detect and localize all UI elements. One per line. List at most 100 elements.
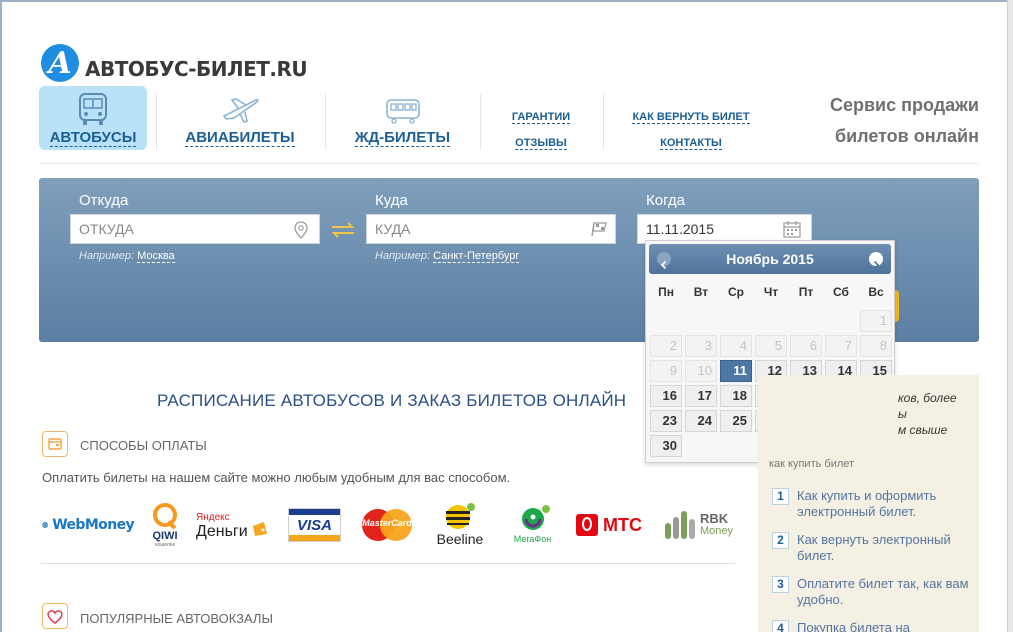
from-example-link[interactable]: Москва (137, 250, 175, 263)
help-how-to: как купить билет (769, 458, 855, 470)
window-frame-top (0, 0, 1013, 2)
help-link-purchase[interactable]: Покупка билета на (797, 620, 972, 632)
bus-icon (79, 93, 107, 125)
from-label: Откуда (79, 192, 129, 209)
help-link-buy[interactable]: Как купить и оформить электронный билет. (797, 488, 972, 520)
weekday-header: Сб (833, 285, 849, 299)
beeline-logo: Beeline (430, 500, 490, 550)
logo-text: АВТОБУС-БИЛЕТ.RU (85, 57, 308, 81)
to-hint: Например: Санкт-Петербург (375, 250, 520, 263)
rbk-text-bottom: Money (700, 525, 734, 537)
step-number-3: 3 (772, 576, 789, 593)
tab-flights[interactable]: АВИАБИЛЕТЫ (170, 86, 310, 150)
help-link-refund[interactable]: Как вернуть электронный билет. (797, 532, 972, 564)
datepicker-month-title: Ноябрь 2015 (726, 251, 814, 267)
calendar-day[interactable]: 17 (685, 385, 717, 407)
link-refund[interactable]: КАК ВЕРНУТЬ БИЛЕТ (632, 111, 750, 124)
tab-buses[interactable]: АВТОБУСЫ (39, 86, 147, 150)
swap-icon[interactable] (330, 222, 356, 238)
qiwi-mark-icon (153, 503, 177, 530)
mts-egg (582, 517, 592, 531)
qiwi-text: QIWI (152, 530, 178, 542)
scrollbar-track[interactable] (1007, 0, 1013, 632)
calendar-day[interactable]: 23 (650, 410, 682, 432)
link-guarantees[interactable]: ГАРАНТИИ (511, 111, 571, 124)
mts-mark (576, 514, 598, 536)
page-title: РАСПИСАНИЕ АВТОБУСОВ И ЗАКАЗ БИЛЕТОВ ОНЛ… (157, 391, 627, 410)
tab-trains-label: ЖД-БИЛЕТЫ (354, 129, 451, 147)
when-label: Когда (646, 192, 685, 209)
from-hint: Например: Москва (79, 250, 175, 263)
weekday-header: Пт (798, 285, 814, 299)
webmoney-logo: WebMoney (42, 500, 135, 550)
section-divider (41, 563, 735, 564)
calendar-day: 5 (755, 335, 787, 357)
tagline-line-1: Сервис продажи (829, 95, 979, 115)
calendar-day[interactable]: 24 (685, 410, 717, 432)
calendar-day: 9 (650, 360, 682, 382)
calendar-day: 10 (685, 360, 717, 382)
rbk-money-logo: RBK Money (664, 500, 744, 550)
link-reviews[interactable]: ОТЗЫВЫ (515, 137, 567, 150)
finish-flag-icon (591, 222, 607, 237)
calendar-icon[interactable] (783, 221, 801, 238)
megafon-mark-icon (521, 505, 550, 530)
help-link-pay[interactable]: Оплатите билет так, как вам удобно. (797, 576, 972, 608)
site-logo[interactable]: A АВТОБУС-БИЛЕТ.RU (41, 44, 308, 82)
tagline-line-2: билетов онлайн (834, 126, 979, 146)
visa-stripe-bottom (289, 535, 340, 541)
mts-logo: МТС (576, 500, 646, 550)
mastercard-logo: MasterCard (360, 500, 414, 550)
help-intro-2: ы (898, 407, 907, 421)
visa-card: VISA (288, 508, 341, 542)
tab-trains[interactable]: ЖД-БИЛЕТЫ (340, 86, 465, 150)
calendar-day: 7 (825, 335, 857, 357)
megafon-logo: МегаФон (505, 500, 560, 550)
from-hint-prefix: Например: (79, 250, 135, 262)
weekday-header: Ср (728, 285, 744, 299)
mts-text: МТС (603, 514, 642, 535)
calendar-day: 1 (860, 310, 892, 332)
calendar-day[interactable]: 30 (650, 435, 682, 457)
prev-month-button[interactable] (657, 252, 671, 270)
beeline-text: Beeline (436, 531, 484, 547)
nav-divider (156, 94, 157, 150)
train-icon (385, 99, 420, 124)
yandex-wallet-icon (252, 522, 267, 536)
qiwi-subtext: кошелек (155, 542, 175, 548)
calendar-day[interactable]: 25 (720, 410, 752, 432)
weekday-header: Вс (868, 285, 884, 299)
weekday-header: Пн (658, 285, 674, 299)
nav-divider (603, 94, 604, 150)
to-hint-prefix: Например: (375, 250, 431, 262)
from-input[interactable]: ОТКУДА (70, 214, 320, 244)
next-month-button[interactable] (869, 252, 883, 270)
visa-logo: VISA (288, 500, 341, 550)
calendar-day[interactable]: 11 (720, 360, 752, 382)
datepicker-header: Ноябрь 2015 (649, 244, 891, 274)
calendar-day: 3 (685, 335, 717, 357)
to-example-link[interactable]: Санкт-Петербург (433, 250, 520, 263)
rbk-mark-icon (665, 511, 695, 539)
beeline-mark-icon (446, 503, 475, 529)
payment-section-title: СПОСОБЫ ОПЛАТЫ (80, 438, 207, 453)
calendar-day: 6 (790, 335, 822, 357)
help-intro-1: ков, более (898, 391, 957, 405)
tab-buses-label: АВТОБУСЫ (49, 129, 137, 147)
mastercard-text: MasterCard (362, 518, 412, 528)
weekday-header: Вт (693, 285, 709, 299)
visa-text: VISA (296, 517, 332, 534)
calendar-day[interactable]: 16 (650, 385, 682, 407)
calendar-day[interactable]: 18 (720, 385, 752, 407)
to-input[interactable]: КУДА (366, 214, 616, 244)
step-number-2: 2 (772, 532, 789, 549)
weekday-header: Чт (763, 285, 779, 299)
calendar-day: 4 (720, 335, 752, 357)
rbk-text-top: RBK (700, 511, 729, 526)
calendar-day: 2 (650, 335, 682, 357)
step-number-4: 4 (772, 620, 789, 632)
link-contacts[interactable]: КОНТАКТЫ (660, 137, 722, 150)
megafon-text: МегаФон (513, 534, 552, 544)
tagline: Сервис продажи билетов онлайн (830, 90, 979, 152)
yandex-money-logo: Яндекс Деньги (196, 500, 270, 550)
